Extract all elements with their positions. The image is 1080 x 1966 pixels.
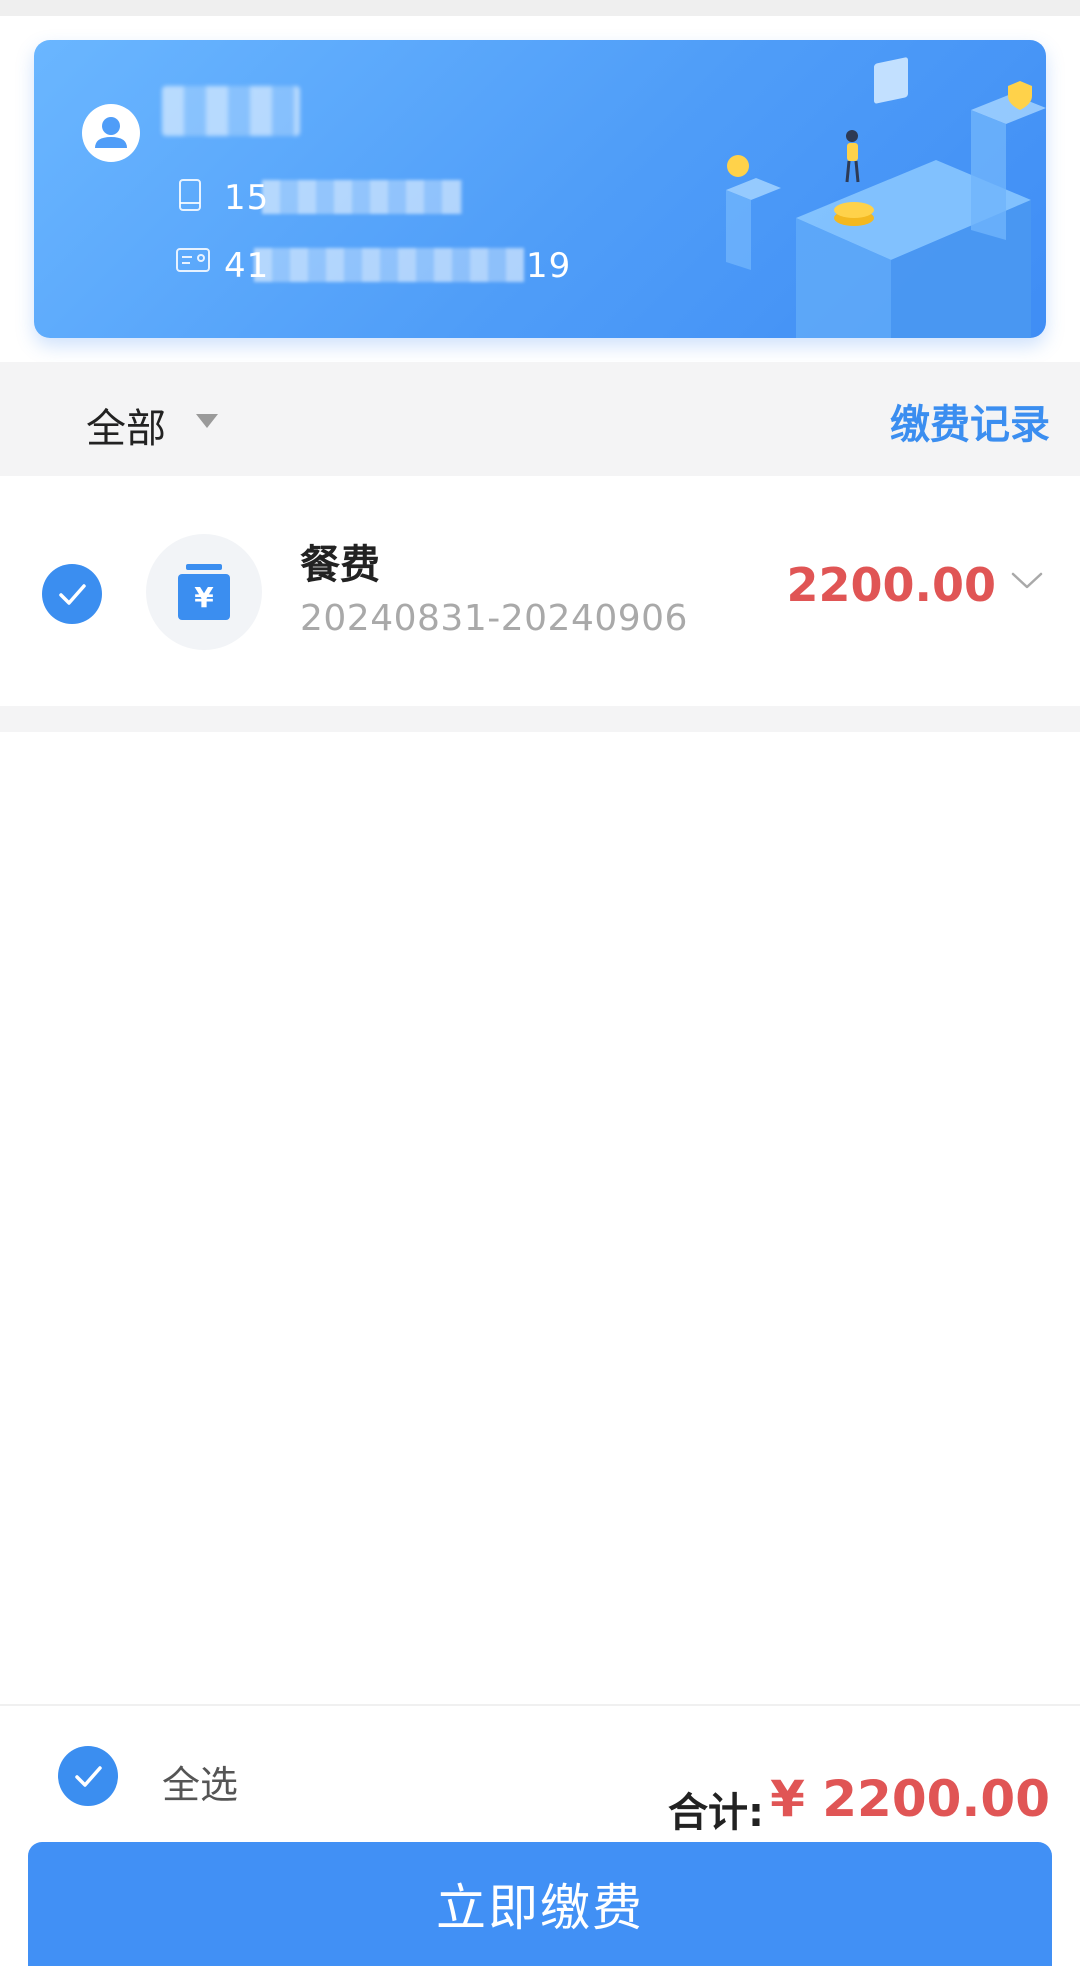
- check-icon: [59, 584, 86, 605]
- filter-bar: 全部 缴费记录: [0, 362, 1080, 476]
- payment-records-link[interactable]: 缴费记录: [890, 392, 1050, 450]
- phone-icon: [179, 179, 201, 211]
- total-label: 合计:: [668, 1790, 764, 1836]
- id-number-suffix: 19: [526, 246, 572, 286]
- pay-now-button[interactable]: 立即缴费: [28, 1842, 1052, 1966]
- total-amount: ¥ 2200.00: [770, 1770, 1050, 1828]
- check-icon: [75, 1766, 102, 1787]
- item-checkbox[interactable]: [42, 564, 102, 624]
- phone-mask: [262, 180, 462, 214]
- payment-footer: 全选 合计: ¥ 2200.00 立即缴费: [0, 1704, 1080, 1966]
- svg-text:¥: ¥: [194, 581, 214, 614]
- user-icon: [82, 104, 140, 162]
- top-strip: [0, 0, 1080, 16]
- pay-now-label: 立即缴费: [436, 1880, 644, 1936]
- yuan-bill-icon: ¥: [178, 564, 230, 620]
- category-filter-dropdown[interactable]: 全部: [86, 396, 166, 454]
- chevron-down-icon[interactable]: [1010, 570, 1044, 592]
- select-all-checkbox[interactable]: [58, 1746, 118, 1806]
- fee-period: 20240831-20240906: [300, 598, 688, 639]
- list-item[interactable]: ¥ 餐费 20240831-20240906 2200.00: [0, 476, 1080, 706]
- finance-illustration: [726, 57, 1046, 338]
- select-all-label[interactable]: 全选: [162, 1754, 238, 1809]
- caret-down-icon[interactable]: [196, 414, 218, 428]
- fee-icon-wrap: ¥: [146, 534, 262, 650]
- fee-amount: 2200.00: [786, 558, 996, 612]
- id-number-mask: [254, 248, 524, 282]
- profile-card: 15 41 19: [34, 40, 1046, 338]
- masked-user-name: [162, 86, 300, 136]
- id-card-icon: [176, 248, 210, 272]
- section-divider: [0, 706, 1080, 732]
- fee-name: 餐费: [300, 542, 380, 588]
